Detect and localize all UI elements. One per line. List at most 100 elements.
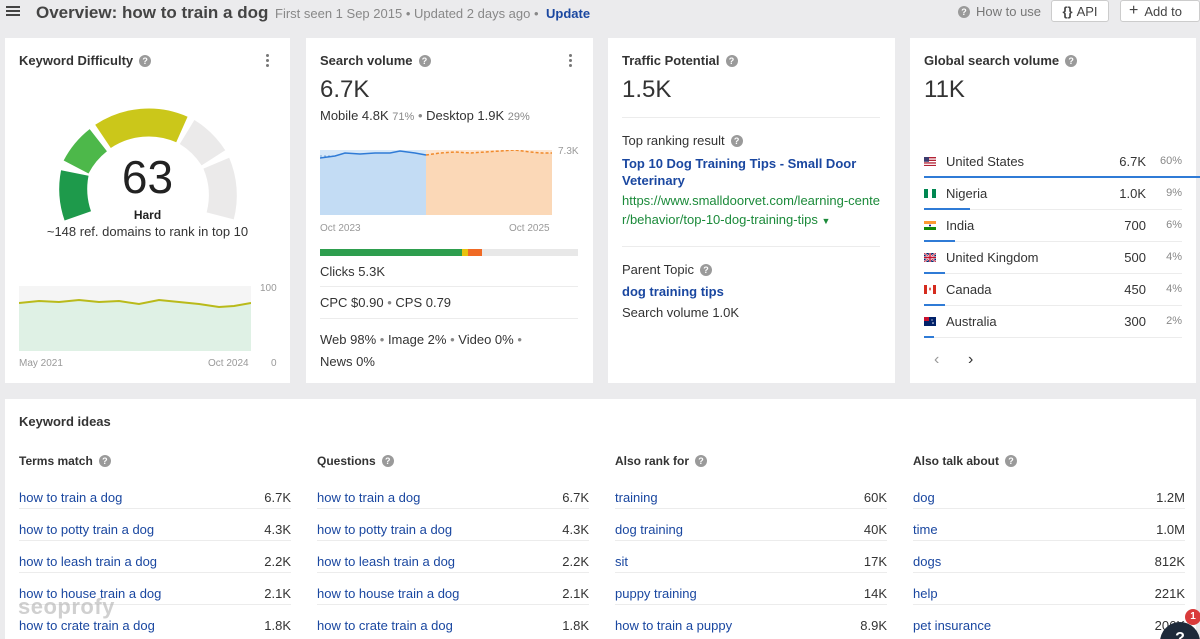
hamburger-menu-icon[interactable] bbox=[6, 4, 20, 18]
list-item: pet insurance206K bbox=[913, 618, 1185, 633]
difficulty-level: Hard bbox=[133, 208, 162, 222]
list-item: how to potty train a dog 4.3K bbox=[317, 509, 589, 541]
share-bar bbox=[924, 336, 934, 338]
keyword-ideas-panel: Keyword ideas Terms match ? how to train… bbox=[5, 399, 1196, 639]
add-to-label: Add to bbox=[1144, 3, 1182, 19]
list-item: help 221K bbox=[913, 573, 1185, 605]
chart-start-date: Oct 2023 bbox=[320, 223, 361, 234]
traffic-potential-card: Traffic Potential ? 1.5K Top ranking res… bbox=[608, 38, 895, 383]
serp-features-bar bbox=[320, 249, 578, 256]
notification-badge: 1 bbox=[1185, 609, 1200, 625]
list-item: how to train a puppy 8.9K bbox=[615, 618, 887, 633]
country-row[interactable]: Nigeria 1.0K 9% bbox=[924, 178, 1182, 210]
chart-axis-min: 0 bbox=[271, 358, 277, 369]
ideas-column-also-talk-about: Also talk about ? dog 1.2M time 1.0M dogs 8… bbox=[913, 453, 1185, 637]
page-title: Overview: how to train a dog bbox=[36, 3, 269, 22]
list-item: training 60K bbox=[615, 477, 887, 509]
global-search-volume-card: Global search volume ? 11K United States… bbox=[910, 38, 1200, 383]
india-flag-icon bbox=[924, 221, 936, 230]
braces-icon: {} bbox=[1062, 3, 1073, 19]
list-item: how to leash train a dog 2.2K bbox=[317, 541, 589, 573]
result-types: Web 98% • Image 2% • Video 0% • News 0% bbox=[320, 332, 522, 369]
us-flag-icon bbox=[924, 157, 936, 166]
card-title: Traffic Potential ? bbox=[622, 53, 738, 68]
first-seen: First seen 1 Sep 2015 bbox=[275, 6, 403, 21]
list-item: sit 17K bbox=[615, 541, 887, 573]
uk-flag-icon bbox=[924, 253, 936, 262]
list-item: how to train a dog 6.7K bbox=[19, 477, 291, 509]
list-item: time 1.0M bbox=[913, 509, 1185, 541]
keyword-ideas-title: Keyword ideas bbox=[19, 414, 111, 429]
list-item: how to crate train a dog 1.8K bbox=[317, 618, 589, 633]
api-label: API bbox=[1076, 3, 1098, 19]
country-row[interactable]: United Kingdom 500 4% bbox=[924, 242, 1182, 274]
canada-flag-icon bbox=[924, 285, 936, 294]
chart-end-date: Oct 2024 bbox=[208, 358, 249, 369]
search-volume-card: Search volume ? 6.7K Mobile 4.8K 71% • D… bbox=[306, 38, 593, 383]
keyword-difficulty-card: Keyword Difficulty ? 63 Hard ~148 ref. d… bbox=[5, 38, 290, 383]
caret-down-icon[interactable]: ▼ bbox=[821, 216, 830, 226]
country-row[interactable]: India 700 6% bbox=[924, 210, 1182, 242]
difficulty-score: 63 bbox=[121, 151, 174, 203]
nigeria-flag-icon bbox=[924, 189, 936, 198]
top-bar: Overview: how to train a dog First seen … bbox=[0, 0, 1200, 28]
country-row[interactable]: United States 6.7K 60% bbox=[924, 146, 1200, 178]
search-volume-chart bbox=[320, 150, 552, 215]
chart-start-date: May 2021 bbox=[19, 358, 63, 369]
list-item: how to train a dog 6.7K bbox=[317, 477, 589, 509]
chart-axis-max: 7.3K bbox=[558, 146, 579, 157]
clicks-value: Clicks 5.3K bbox=[320, 264, 386, 279]
help-circle-icon[interactable]: ? bbox=[381, 455, 394, 467]
top-result-url[interactable]: https://www.smalldoorvet.com/learning-ce… bbox=[622, 191, 882, 231]
add-to-button[interactable]: + Add to bbox=[1120, 0, 1200, 22]
ideas-column-questions: Questions ? how to train a dog 6.7K how t… bbox=[317, 453, 589, 637]
cpc-cps: CPC $0.90 • CPS 0.79 bbox=[320, 295, 452, 310]
help-circle-icon[interactable]: ? bbox=[1065, 54, 1078, 67]
updated-text: Updated 2 days ago bbox=[414, 6, 531, 21]
top-ranking-label: Top ranking result ? bbox=[622, 133, 743, 148]
api-button[interactable]: {} API bbox=[1051, 0, 1109, 22]
traffic-potential-value: 1.5K bbox=[622, 76, 672, 103]
difficulty-description: ~148 ref. domains to rank in top 10 bbox=[46, 224, 249, 239]
update-link[interactable]: Update bbox=[546, 6, 590, 21]
help-circle-icon[interactable]: ? bbox=[700, 263, 713, 276]
help-circle-icon: ? bbox=[958, 5, 970, 18]
country-row[interactable]: Canada 450 4% bbox=[924, 274, 1182, 306]
list-item: how to house train a dog 2.1K bbox=[317, 573, 589, 605]
list-item: dog 1.2M bbox=[913, 477, 1185, 509]
help-circle-icon[interactable]: ? bbox=[1005, 455, 1018, 467]
page-meta: First seen 1 Sep 2015 • Updated 2 days a… bbox=[275, 6, 539, 21]
list-item: dogs 812K bbox=[913, 541, 1185, 573]
help-circle-icon[interactable]: ? bbox=[418, 54, 431, 67]
more-options-icon[interactable] bbox=[266, 54, 270, 68]
list-item: how to leash train a dog 2.2K bbox=[19, 541, 291, 573]
chart-axis-max: 100 bbox=[260, 283, 277, 294]
parent-topic-link[interactable]: dog training tips bbox=[622, 283, 867, 300]
parent-topic-label: Parent Topic ? bbox=[622, 262, 713, 277]
help-circle-icon[interactable]: ? bbox=[730, 134, 743, 147]
how-to-use-link[interactable]: ? How to use bbox=[958, 4, 1041, 19]
help-circle-icon[interactable]: ? bbox=[139, 54, 152, 67]
list-item: dog training 40K bbox=[615, 509, 887, 541]
how-to-use-label: How to use bbox=[976, 4, 1042, 19]
country-row[interactable]: Australia 300 2% bbox=[924, 306, 1182, 338]
chevron-left-icon[interactable]: ‹ bbox=[934, 351, 939, 369]
more-options-icon[interactable] bbox=[569, 54, 573, 68]
parent-topic-volume: Search volume 1.0K bbox=[622, 305, 740, 320]
australia-flag-icon bbox=[924, 317, 936, 326]
difficulty-history-chart bbox=[19, 286, 251, 351]
search-volume-value: 6.7K bbox=[320, 76, 370, 103]
list-item: how to potty train a dog 4.3K bbox=[19, 509, 291, 541]
global-volume-value: 11K bbox=[924, 76, 965, 103]
plus-icon: + bbox=[1129, 2, 1139, 19]
ideas-column-also-rank-for: Also rank for ? training 60K dog training… bbox=[615, 453, 887, 637]
chevron-right-icon[interactable]: › bbox=[968, 351, 973, 369]
device-split: Mobile 4.8K 71% • Desktop 1.9K 29% bbox=[320, 108, 530, 123]
top-result-title-link[interactable]: Top 10 Dog Training Tips - Small Door Ve… bbox=[622, 155, 867, 189]
card-title: Global search volume ? bbox=[924, 53, 1078, 68]
card-title: Search volume ? bbox=[320, 53, 431, 68]
chart-end-date: Oct 2025 bbox=[509, 223, 550, 234]
help-circle-icon[interactable]: ? bbox=[98, 455, 111, 467]
help-circle-icon[interactable]: ? bbox=[725, 54, 738, 67]
help-circle-icon[interactable]: ? bbox=[695, 455, 708, 467]
